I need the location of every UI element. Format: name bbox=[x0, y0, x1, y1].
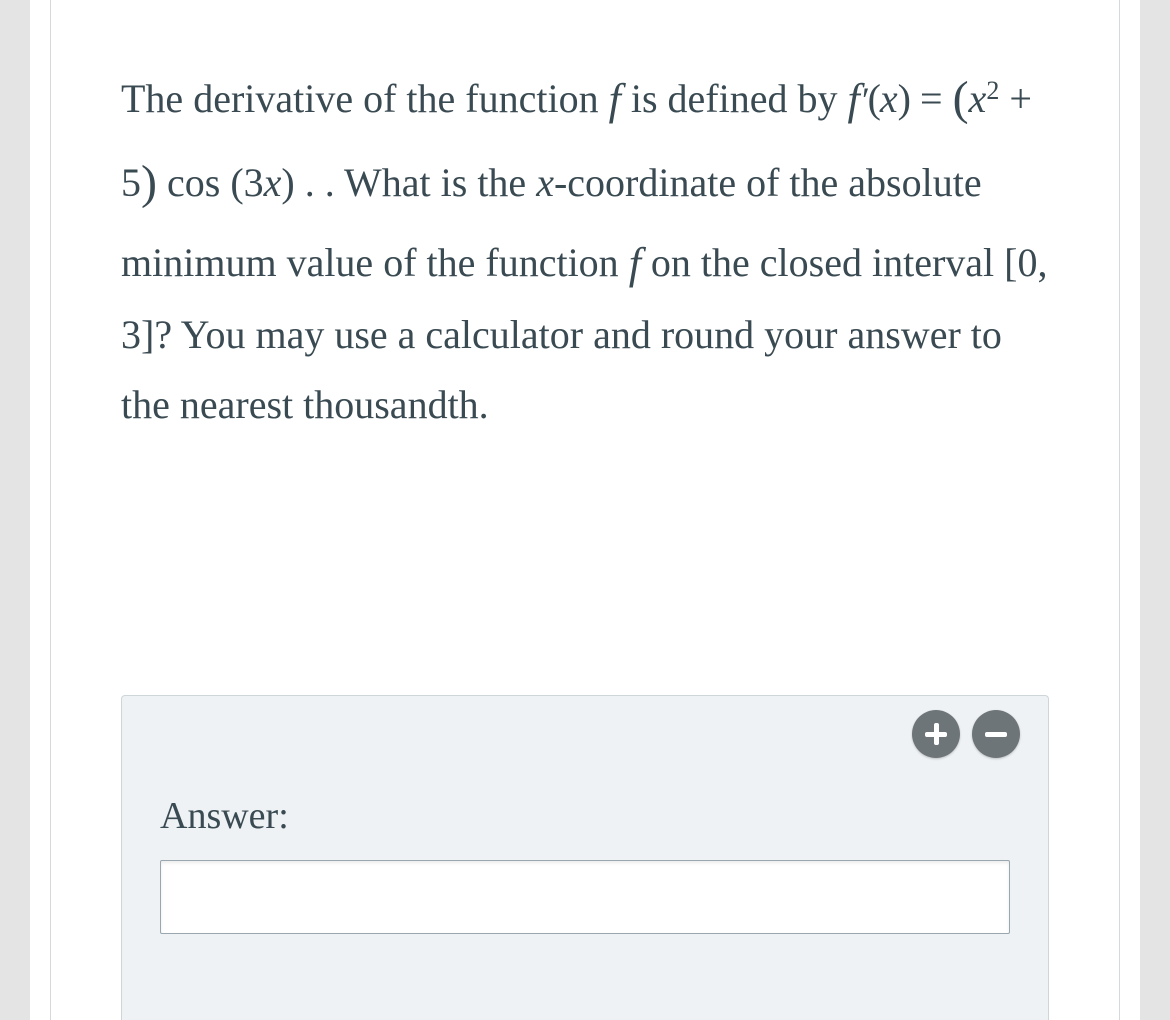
question-part-5: on the closed interval bbox=[641, 240, 1004, 285]
plus-icon bbox=[925, 723, 947, 745]
question-part-3: . What is the bbox=[325, 160, 536, 205]
math-big-close-paren: ) bbox=[141, 156, 157, 209]
page-frame: The derivative of the function f is defi… bbox=[0, 0, 1170, 1020]
math-f: f bbox=[847, 75, 859, 124]
math-cos: cos bbox=[167, 160, 230, 205]
math-x-2: x bbox=[969, 76, 987, 121]
add-button[interactable] bbox=[912, 710, 960, 758]
page-edge-right bbox=[1140, 0, 1170, 1020]
math-cos-open: ( bbox=[230, 160, 243, 205]
math-equals: = bbox=[920, 76, 953, 121]
math-close-paren-1: ) bbox=[898, 76, 910, 121]
question-text: The derivative of the function f is defi… bbox=[121, 55, 1049, 440]
math-x-3: x bbox=[264, 160, 282, 205]
math-cos-close: ) bbox=[281, 160, 294, 205]
remove-button[interactable] bbox=[972, 710, 1020, 758]
question-part-2: is defined by bbox=[621, 76, 848, 121]
math-cos-text: cos bbox=[167, 160, 220, 205]
question-card: The derivative of the function f is defi… bbox=[50, 0, 1120, 1020]
page-edge-left bbox=[0, 0, 30, 1020]
answer-controls bbox=[912, 710, 1020, 758]
minus-icon bbox=[985, 723, 1007, 745]
math-big-open-paren: ( bbox=[953, 72, 969, 125]
math-fprime-lhs: f′(x) bbox=[847, 76, 910, 121]
question-part-1: The derivative of the function bbox=[121, 76, 609, 121]
math-period: . bbox=[295, 160, 315, 205]
math-f-symbol-2: f bbox=[629, 239, 641, 288]
math-prime: ′ bbox=[860, 80, 868, 120]
question-part-6: ? You may use a calculator and round you… bbox=[121, 312, 1002, 427]
math-three: 3 bbox=[244, 160, 264, 205]
math-x-1: x bbox=[880, 76, 898, 121]
answer-panel: Answer: bbox=[121, 695, 1049, 1020]
answer-label: Answer: bbox=[160, 794, 1010, 838]
math-f-symbol-1: f bbox=[609, 75, 621, 124]
answer-input[interactable] bbox=[160, 860, 1010, 934]
math-open-paren-1: ( bbox=[868, 76, 880, 121]
math-squared: 2 bbox=[986, 76, 999, 105]
math-x-coordinate: x bbox=[536, 160, 554, 205]
